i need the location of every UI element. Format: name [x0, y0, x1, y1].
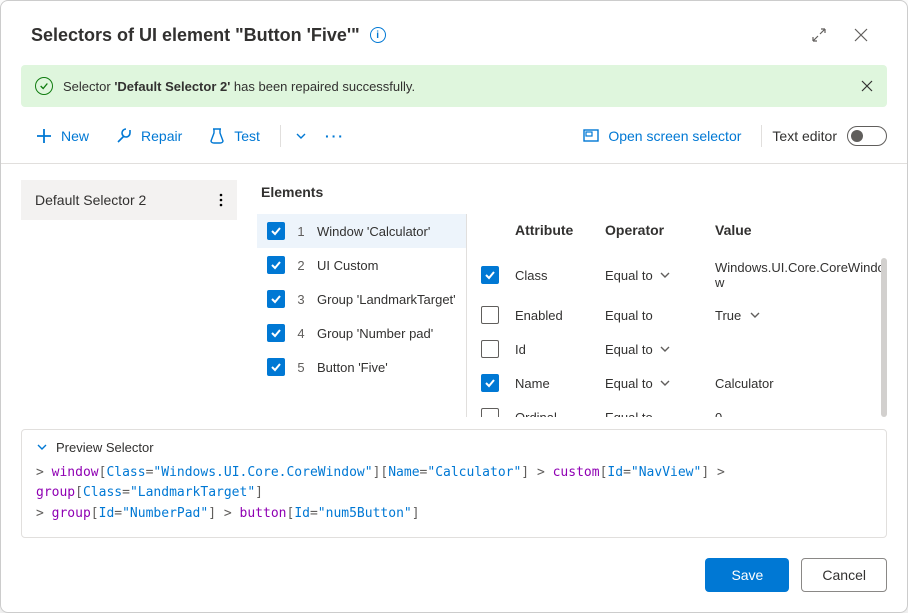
more-button[interactable]: ··· — [317, 122, 353, 150]
attribute-name: Name — [515, 376, 595, 391]
checkbox[interactable] — [481, 374, 499, 392]
repair-button[interactable]: Repair — [105, 121, 192, 151]
elements-list: 1 Window 'Calculator' 2 UI Custom 3 Group 'La… — [257, 214, 467, 417]
attribute-row: Name Equal to Calculator — [481, 366, 887, 400]
element-label: Button 'Five' — [317, 360, 388, 375]
checkbox[interactable] — [267, 256, 285, 274]
preview-label: Preview Selector — [56, 440, 154, 455]
element-label: Group 'Number pad' — [317, 326, 433, 341]
text-editor-toggle-wrap: Text editor — [772, 126, 887, 146]
preview-body: > window[Class="Windows.UI.Core.CoreWind… — [36, 463, 872, 525]
checkbox[interactable] — [481, 306, 499, 324]
attribute-value[interactable]: Windows.UI.Core.CoreWindow — [715, 260, 887, 290]
attribute-row: Class Equal to Windows.UI.Core.CoreWindow — [481, 252, 887, 298]
toolbar: New Repair Test ··· Open screen selector… — [1, 117, 907, 164]
checkbox[interactable] — [267, 358, 285, 376]
elements-header: Elements — [257, 180, 887, 214]
test-dropdown-icon[interactable] — [291, 130, 311, 142]
checkbox[interactable] — [267, 324, 285, 342]
element-row[interactable]: 3 Group 'LandmarkTarget' — [257, 282, 466, 316]
attribute-value[interactable]: Calculator — [715, 376, 887, 391]
dialog-root: Selectors of UI element "Button 'Five'" … — [0, 0, 908, 613]
element-index: 4 — [295, 326, 307, 341]
info-icon[interactable]: i — [370, 27, 386, 43]
main-panel: Elements 1 Window 'Calculator' 2 UI Custom 3… — [257, 180, 887, 417]
titlebar: Selectors of UI element "Button 'Five'" … — [1, 1, 907, 65]
attribute-name: Class — [515, 268, 595, 283]
element-index: 2 — [295, 258, 307, 273]
element-label: Window 'Calculator' — [317, 224, 430, 239]
element-row[interactable]: 2 UI Custom — [257, 248, 466, 282]
save-button[interactable]: Save — [705, 558, 789, 592]
body: Default Selector 2 Elements 1 Window 'Cal… — [1, 164, 907, 417]
element-label: UI Custom — [317, 258, 378, 273]
success-banner: Selector 'Default Selector 2' has been r… — [21, 65, 887, 107]
attributes-panel: Attribute Operator Value Class Equal to Wi… — [467, 214, 887, 417]
col-attribute: Attribute — [515, 222, 595, 238]
banner-close-icon[interactable] — [861, 80, 873, 92]
preview-selector-panel: Preview Selector > window[Class="Windows… — [21, 429, 887, 538]
scrollbar[interactable] — [881, 258, 887, 417]
attribute-operator[interactable]: Equal to — [605, 268, 705, 283]
banner-message: Selector 'Default Selector 2' has been r… — [63, 79, 851, 94]
chevron-down-icon[interactable] — [659, 377, 671, 389]
close-icon[interactable] — [845, 19, 877, 51]
element-row[interactable]: 1 Window 'Calculator' — [257, 214, 466, 248]
attribute-operator[interactable]: Equal to — [605, 308, 705, 323]
toolbar-divider — [280, 125, 281, 147]
dialog-title: Selectors of UI element "Button 'Five'" — [31, 25, 360, 46]
text-editor-label: Text editor — [772, 128, 837, 144]
attribute-operator[interactable]: Equal to — [605, 410, 705, 417]
checkbox[interactable] — [481, 340, 499, 358]
attributes-header-row: Attribute Operator Value — [481, 214, 887, 252]
attribute-name: Ordinal — [515, 410, 595, 417]
footer: Save Cancel — [1, 538, 907, 612]
new-button[interactable]: New — [25, 121, 99, 151]
attribute-row: Id Equal to — [481, 332, 887, 366]
selector-name: Default Selector 2 — [35, 192, 146, 208]
element-row[interactable]: 4 Group 'Number pad' — [257, 316, 466, 350]
attribute-row: Enabled Equal to True — [481, 298, 887, 332]
attribute-operator[interactable]: Equal to — [605, 376, 705, 391]
selector-item-more-icon[interactable] — [219, 193, 223, 207]
checkbox[interactable] — [481, 408, 499, 417]
checkbox[interactable] — [267, 222, 285, 240]
checkbox[interactable] — [267, 290, 285, 308]
attribute-operator[interactable]: Equal to — [605, 342, 705, 357]
attribute-name: Id — [515, 342, 595, 357]
text-editor-toggle[interactable] — [847, 126, 887, 146]
test-button[interactable]: Test — [198, 121, 270, 151]
chevron-down-icon[interactable] — [659, 269, 671, 281]
element-row[interactable]: 5 Button 'Five' — [257, 350, 466, 384]
attribute-value[interactable]: 0 — [715, 410, 887, 417]
col-value: Value — [715, 222, 887, 238]
attribute-name: Enabled — [515, 308, 595, 323]
element-index: 1 — [295, 224, 307, 239]
chevron-down-icon[interactable] — [749, 309, 761, 321]
check-circle-icon — [35, 77, 53, 95]
toolbar-divider-2 — [761, 125, 762, 147]
element-index: 3 — [295, 292, 307, 307]
checkbox[interactable] — [481, 266, 499, 284]
chevron-down-icon[interactable] — [659, 343, 671, 355]
selectors-sidebar: Default Selector 2 — [21, 180, 237, 417]
selector-list-item[interactable]: Default Selector 2 — [21, 180, 237, 220]
cancel-button[interactable]: Cancel — [801, 558, 887, 592]
element-label: Group 'LandmarkTarget' — [317, 292, 456, 307]
expand-icon[interactable] — [803, 19, 835, 51]
col-operator: Operator — [605, 222, 705, 238]
preview-toggle[interactable]: Preview Selector — [36, 440, 872, 455]
attribute-value[interactable]: True — [715, 308, 887, 323]
open-screen-selector-button[interactable]: Open screen selector — [572, 121, 751, 151]
element-index: 5 — [295, 360, 307, 375]
attribute-row: Ordinal Equal to 0 — [481, 400, 887, 417]
